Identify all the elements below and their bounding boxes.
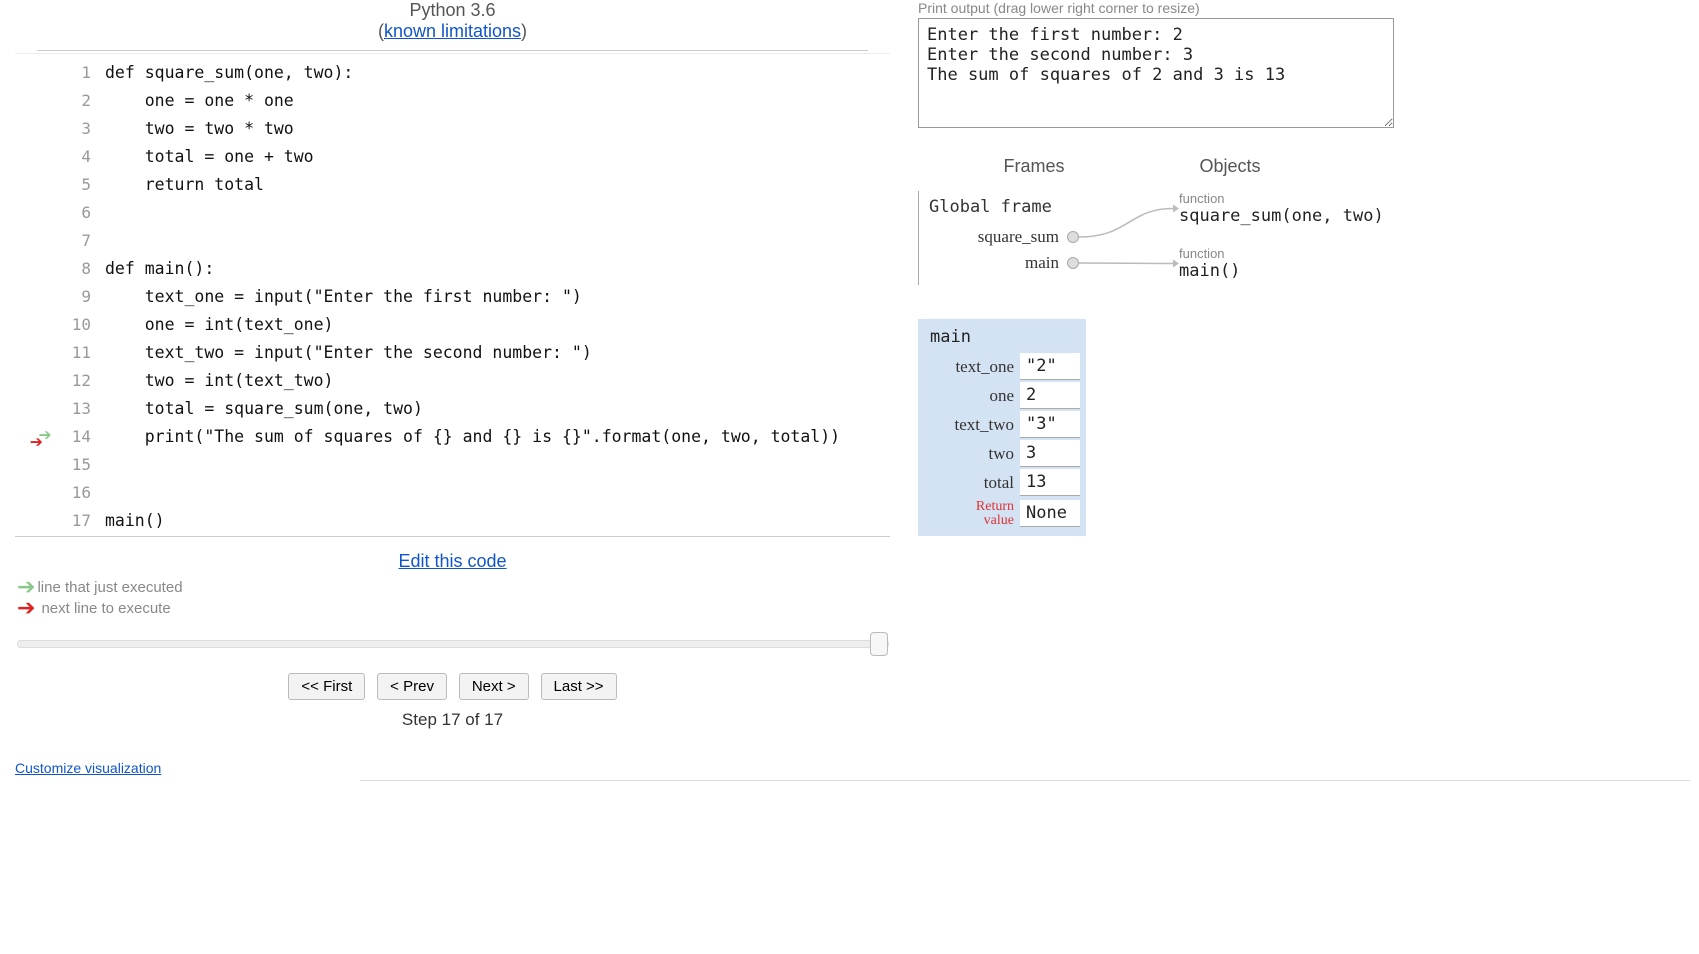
code-line: 6 [15,198,890,226]
output-title: Print output (drag lower right corner to… [918,0,1688,16]
line-number: 13 [43,399,105,418]
step-label: Step 17 of 17 [15,710,890,730]
code-line: 7 [15,226,890,254]
main-frame-title: main [924,327,1080,351]
code-line: 5 return total [15,170,890,198]
frame-var-row: text_two"3" [924,411,1080,438]
next-arrow-icon: ➔ [30,434,43,452]
code-line: 9 text_one = input("Enter the first numb… [15,282,890,310]
next-button[interactable]: Next > [459,673,529,700]
code-listing: 1def square_sum(one, two):2 one = one * … [15,53,890,534]
code-line: 2 one = one * one [15,86,890,114]
global-var-main: main [929,253,1079,273]
pointer-dot-icon [1067,231,1079,243]
object-function-main: function main() [1179,246,1384,281]
code-text: total = square_sum(one, two) [105,399,423,418]
frame-var-row: text_one"2" [924,353,1080,380]
legend-prev: line that just executed [37,579,182,596]
code-text: text_one = input("Enter the first number… [105,287,582,306]
global-frame: Global frame square_sum main [918,191,1079,285]
code-line: 10 one = int(text_one) [15,310,890,338]
frame-var-row: total13 [924,469,1080,496]
line-number: 2 [43,91,105,110]
frames-objects-header: Frames Objects [918,156,1688,177]
frame-var-row: two3 [924,440,1080,467]
legend: ➔ line that just executed ➔ next line to… [17,578,890,617]
nav-buttons: << First < Prev Next > Last >> Step 17 o… [15,673,890,730]
code-line: 1def square_sum(one, two): [15,58,890,86]
output-box[interactable]: Enter the first number: 2 Enter the seco… [918,18,1394,128]
first-button[interactable]: << First [288,673,365,700]
code-line: 13 total = square_sum(one, two) [15,394,890,422]
code-text: main() [105,511,165,530]
line-number: 11 [43,343,105,362]
return-row: Return value None [924,498,1080,528]
code-text: def main(): [105,259,214,278]
code-line: 3 two = two * two [15,114,890,142]
code-line: 15 [15,450,890,478]
code-text: print("The sum of squares of {} and {} i… [105,427,840,446]
code-line: 16 [15,478,890,506]
global-var-square_sum: square_sum [929,227,1079,247]
line-number: 5 [43,175,105,194]
line-number: 8 [43,259,105,278]
code-line: ➔➔14 print("The sum of squares of {} and… [15,422,890,450]
code-text: return total [105,175,264,194]
code-text: text_two = input("Enter the second numbe… [105,343,592,362]
python-version: Python 3.6 [409,0,495,20]
code-header: Python 3.6 (known limitations) [37,0,868,51]
objects-column: function square_sum(one, two) function m… [1179,191,1384,301]
line-number: 7 [43,231,105,250]
prev-button[interactable]: < Prev [377,673,447,700]
code-text: one = one * one [105,91,294,110]
legend-next: next line to execute [41,600,170,617]
code-text: two = two * two [105,119,294,138]
line-number: 4 [43,147,105,166]
pointer-dot-icon [1067,257,1079,269]
code-text: total = one + two [105,147,314,166]
frame-var-row: one2 [924,382,1080,409]
line-number: 1 [43,63,105,82]
global-frame-title: Global frame [929,197,1079,217]
customize-link[interactable]: Customize visualization [15,760,161,776]
line-number: 10 [43,315,105,334]
code-text: two = int(text_two) [105,371,333,390]
step-slider[interactable] [17,640,889,648]
next-arrow-icon: ➔ [17,599,35,617]
code-text: one = int(text_one) [105,315,333,334]
code-line: 8def main(): [15,254,890,282]
code-line: 11 text_two = input("Enter the second nu… [15,338,890,366]
line-number: 6 [43,203,105,222]
known-limitations-link[interactable]: known limitations [384,21,521,41]
objects-heading: Objects [1150,156,1310,177]
main-frame: main text_one"2"one2text_two"3"two3total… [918,319,1086,536]
line-number: 16 [43,483,105,502]
last-button[interactable]: Last >> [541,673,617,700]
code-line: 12 two = int(text_two) [15,366,890,394]
code-line: 4 total = one + two [15,142,890,170]
code-line: 17main() [15,506,890,534]
edit-code-link[interactable]: Edit this code [398,551,506,571]
line-number: 17 [43,511,105,530]
line-number: 3 [43,119,105,138]
line-number: 15 [43,455,105,474]
prev-arrow-icon: ➔ [17,578,35,596]
frames-heading: Frames [918,156,1150,177]
line-number: 14 [43,427,105,446]
line-number: 12 [43,371,105,390]
line-number: 9 [43,287,105,306]
code-text: def square_sum(one, two): [105,63,353,82]
object-function-square_sum: function square_sum(one, two) [1179,191,1384,226]
